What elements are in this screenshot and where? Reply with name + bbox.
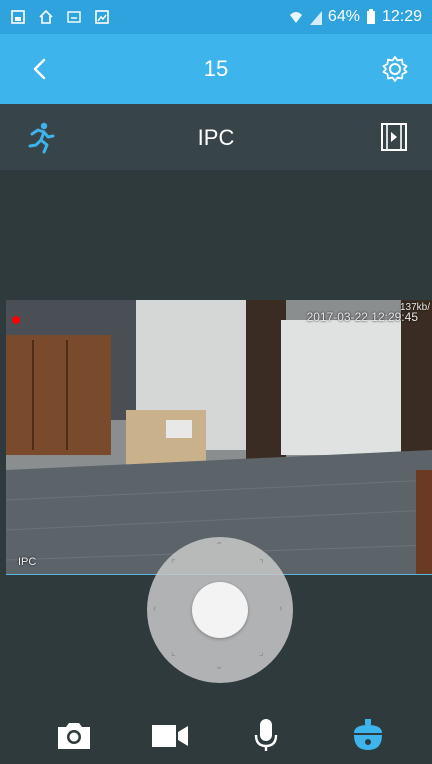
video-timestamp: 2017-03-22 12:29:45 (306, 310, 418, 324)
home-icon (39, 9, 53, 24)
arrow-right-icon[interactable]: › (279, 603, 282, 614)
arrow-up-icon[interactable]: ⌃ (215, 541, 223, 552)
battery-icon (366, 9, 375, 24)
bottom-toolbar (0, 705, 432, 764)
record-indicator (12, 316, 20, 324)
title-bar: 15 (0, 34, 432, 104)
battery-percent: 64% (327, 8, 360, 25)
arrow-up-right-icon[interactable]: ⌝ (259, 559, 264, 570)
channel-label: IPC (18, 556, 37, 568)
arrow-down-icon[interactable]: ⌄ (215, 661, 223, 672)
status-right: 64% 12:29 (288, 8, 422, 26)
ptz-dome-icon[interactable] (348, 717, 388, 753)
camera-icon[interactable] (54, 717, 94, 753)
photo-icon (95, 10, 109, 24)
microphone-icon[interactable] (246, 717, 286, 753)
gallery-icon (11, 10, 25, 24)
video-feed[interactable]: 137kb/ 2017-03-22 12:29:45 IPC (6, 300, 432, 575)
video-record-icon[interactable] (150, 717, 190, 753)
ptz-joystick[interactable]: ⌃ ⌄ ‹ › ⌜ ⌝ ⌞ ⌟ (147, 537, 293, 683)
arrow-left-icon[interactable]: ‹ (153, 603, 156, 614)
gear-icon[interactable] (380, 54, 410, 84)
cast-icon (67, 11, 81, 23)
arrow-down-left-icon[interactable]: ⌞ (171, 647, 176, 658)
device-name: IPC (197, 125, 235, 150)
camera-scene (6, 300, 432, 574)
empty-area (0, 170, 432, 300)
status-bar: 64% 12:29 (0, 0, 432, 34)
signal-icon (309, 11, 322, 25)
device-bar: IPC (0, 104, 432, 170)
clock: 12:29 (381, 8, 422, 25)
joystick-knob[interactable] (192, 582, 248, 638)
wifi-icon (289, 12, 302, 23)
status-icons (10, 9, 110, 25)
arrow-down-right-icon[interactable]: ⌟ (259, 647, 264, 658)
arrow-up-left-icon[interactable]: ⌜ (171, 559, 176, 570)
page-title: 15 (203, 56, 229, 81)
film-play-icon[interactable] (380, 122, 408, 152)
